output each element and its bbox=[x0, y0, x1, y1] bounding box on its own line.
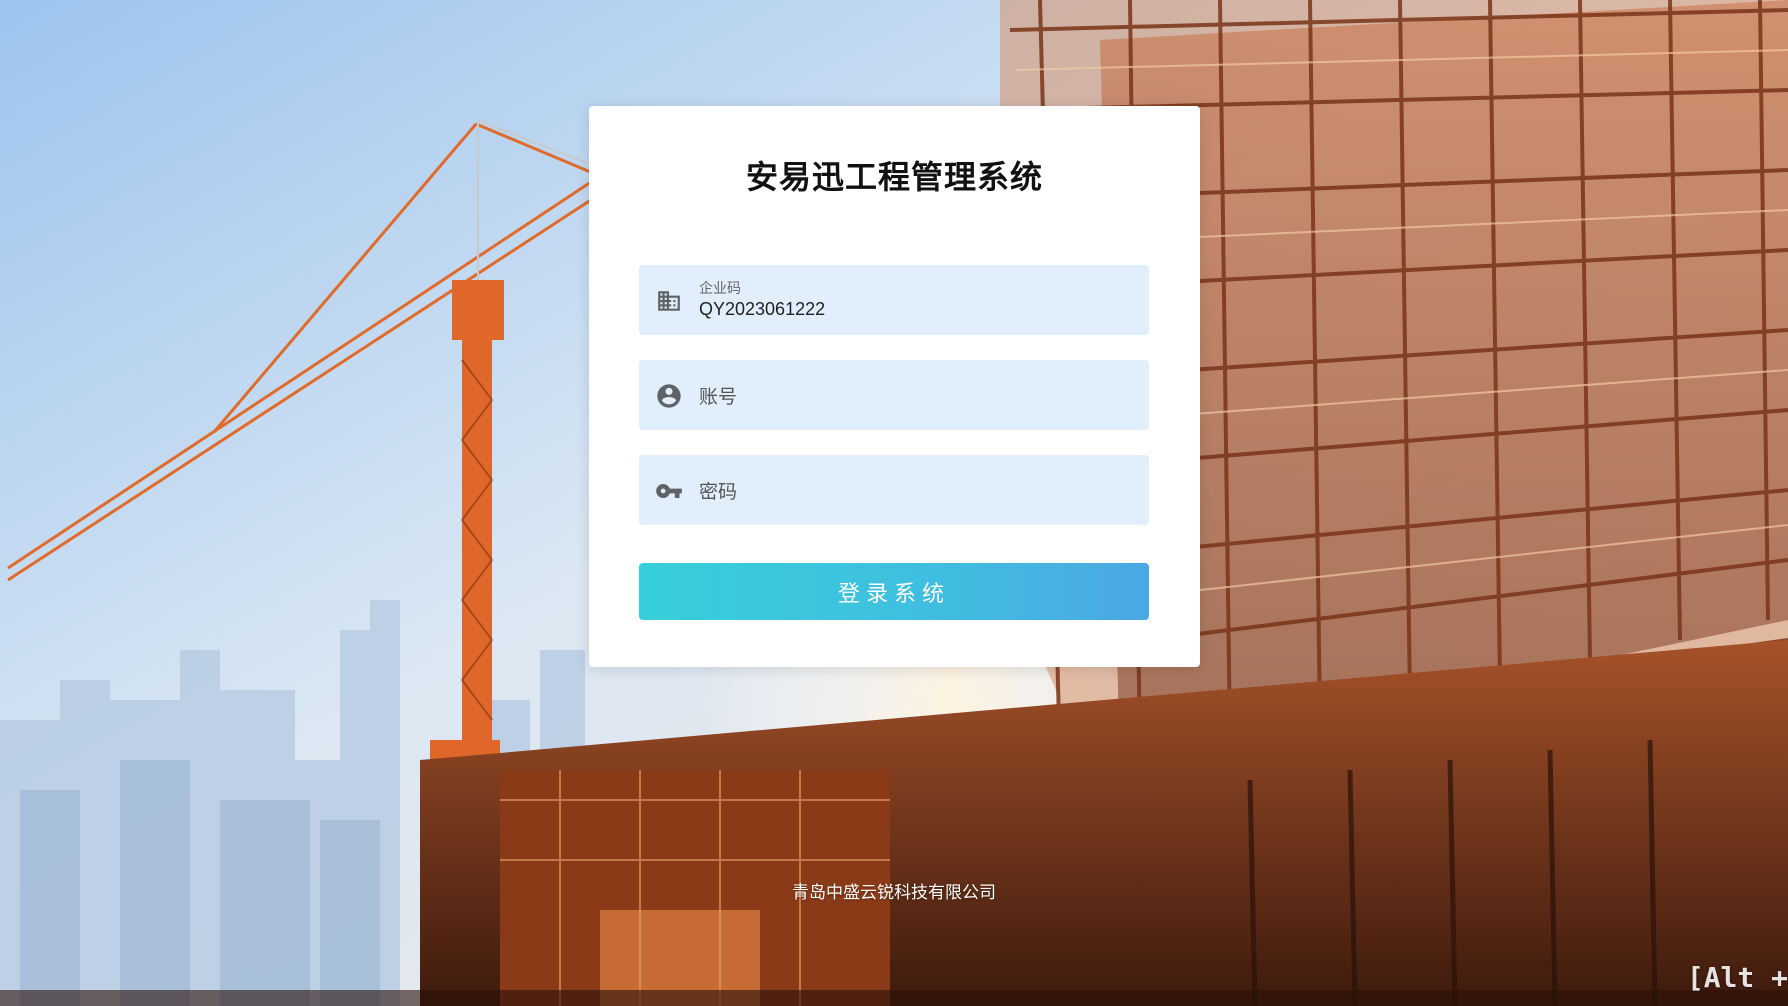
key-icon bbox=[655, 477, 683, 505]
password-field[interactable]: 密码 bbox=[639, 455, 1149, 525]
company-code-input[interactable]: QY2023061222 bbox=[699, 299, 825, 320]
login-card: 安易迅工程管理系统 企业码 QY2023061222 账号 密码 登录系统 bbox=[589, 106, 1200, 667]
company-code-field[interactable]: 企业码 QY2023061222 bbox=[639, 265, 1149, 335]
login-button[interactable]: 登录系统 bbox=[639, 563, 1149, 620]
company-code-label: 企业码 bbox=[699, 281, 741, 297]
account-input[interactable]: 账号 bbox=[699, 382, 737, 409]
password-input[interactable]: 密码 bbox=[699, 477, 737, 504]
building-icon bbox=[655, 287, 683, 315]
account-circle-icon bbox=[655, 382, 683, 410]
account-field[interactable]: 账号 bbox=[639, 360, 1149, 430]
footer-company: 青岛中盛云锐科技有限公司 bbox=[792, 883, 996, 903]
page-title: 安易迅工程管理系统 bbox=[745, 158, 1043, 196]
keyboard-hint-overlay: [Alt + bbox=[1686, 961, 1788, 994]
